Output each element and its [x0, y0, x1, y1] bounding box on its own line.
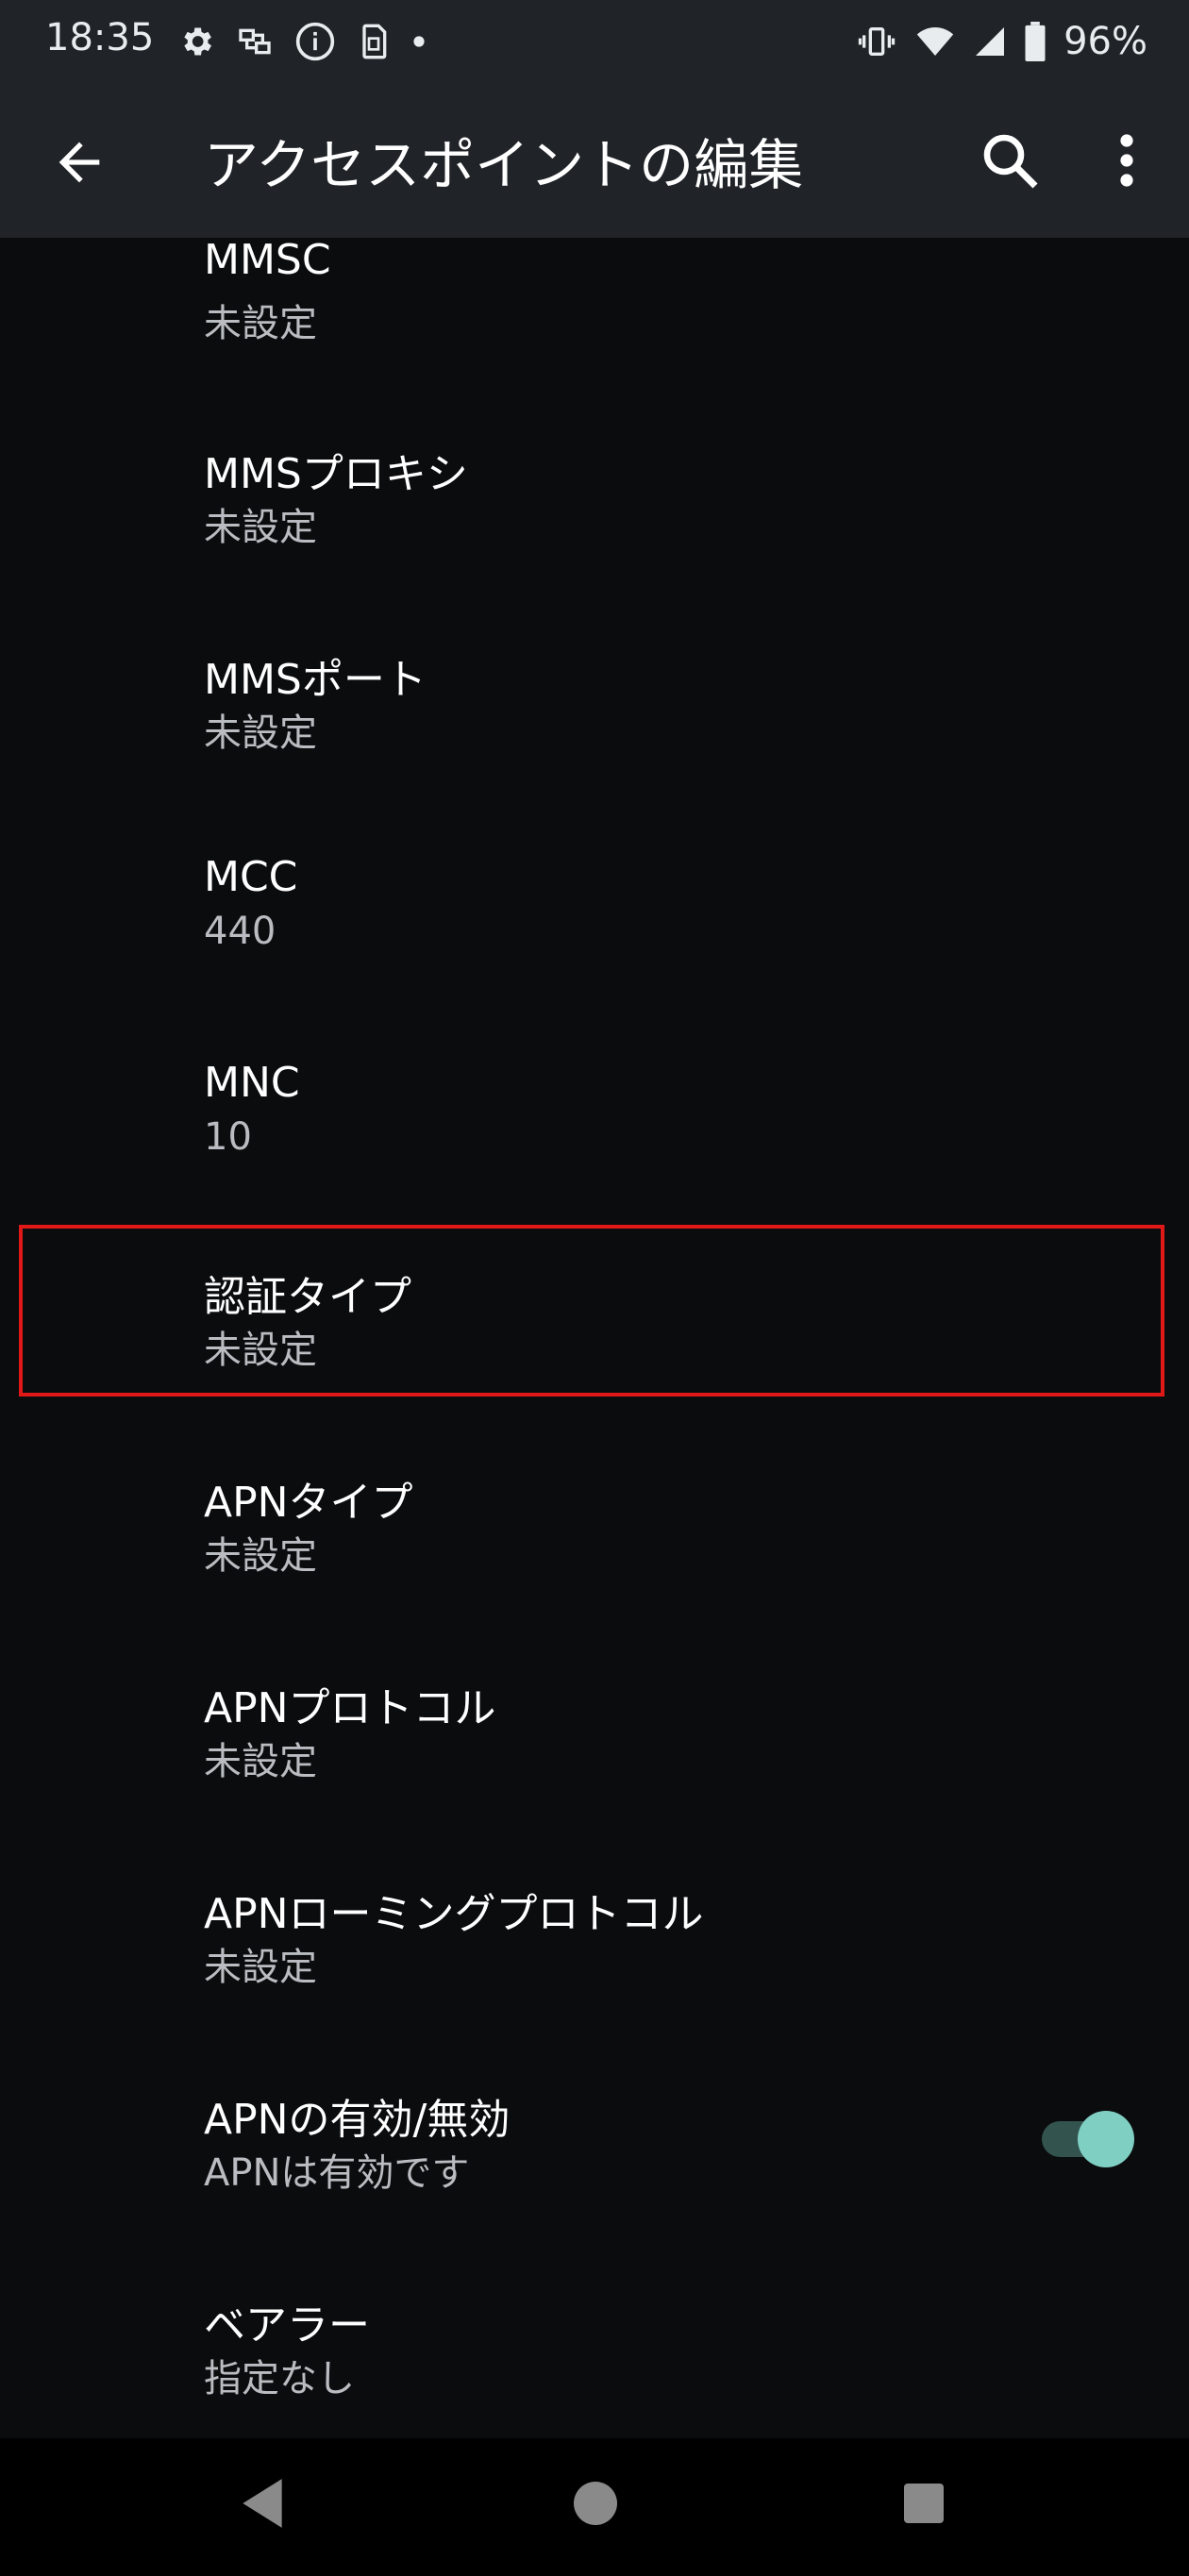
vibrate-icon — [858, 27, 896, 56]
more-vert-icon[interactable] — [1102, 126, 1151, 194]
item-title: APNプロトコル — [204, 1684, 496, 1732]
nav-back-icon[interactable] — [236, 2474, 289, 2533]
list-item-mmsc[interactable]: MMSC 未設定 — [0, 236, 1189, 434]
dot-icon — [413, 36, 425, 47]
status-icons-right: 96% — [856, 17, 1147, 66]
list-item-apn-enable[interactable]: APNの有効/無効 APNは有効です — [0, 2085, 1189, 2283]
item-title: APNタイプ — [204, 1479, 413, 1527]
sim-icon — [362, 24, 387, 59]
item-summary: 未設定 — [204, 711, 317, 755]
signal-icon — [976, 27, 1005, 56]
item-title: MNC — [204, 1059, 300, 1107]
page-title: アクセスポイントの編集 — [204, 133, 804, 197]
item-title: MMSポート — [204, 656, 427, 704]
search-icon[interactable] — [976, 126, 1044, 194]
item-title: MMSプロキシ — [204, 450, 468, 498]
item-title: APNの有効/無効 — [204, 2096, 511, 2144]
item-title: APNローミングプロトコル — [204, 1890, 704, 1938]
list-item-auth-type[interactable]: 認証タイプ 未設定 — [0, 1263, 1189, 1461]
item-title: ベアラー — [204, 2301, 370, 2350]
list-item-mms-port[interactable]: MMSポート 未設定 — [0, 645, 1189, 844]
item-summary: 未設定 — [204, 302, 317, 345]
nav-recents-icon[interactable] — [904, 2484, 944, 2523]
item-title: MCC — [204, 853, 298, 901]
list-item-mnc[interactable]: MNC 10 — [0, 1059, 1189, 1257]
info-icon — [295, 22, 335, 61]
wifi-icon — [916, 27, 954, 56]
status-icons-left — [177, 17, 427, 66]
item-title: 認証タイプ — [204, 1273, 411, 1321]
item-summary: 未設定 — [204, 1534, 317, 1578]
hub-icon — [239, 28, 271, 55]
status-bar: 18:35 96% — [0, 0, 1189, 85]
arrow-back-icon[interactable] — [49, 132, 109, 192]
navigation-bar — [0, 2438, 1189, 2576]
app-bar: アクセスポイントの編集 — [0, 85, 1189, 238]
item-summary: APNは有効です — [204, 2151, 470, 2195]
item-title: MMSC — [204, 236, 331, 284]
gear-icon — [184, 27, 211, 56]
list-item-apn-roaming-protocol[interactable]: APNローミングプロトコル 未設定 — [0, 1880, 1189, 2078]
battery-percent: 96% — [1063, 20, 1147, 63]
apn-enable-toggle[interactable] — [1042, 2108, 1136, 2168]
item-summary: 440 — [204, 910, 276, 953]
item-summary: 未設定 — [204, 1329, 317, 1372]
item-summary: 未設定 — [204, 1740, 317, 1783]
list-item-apn-type[interactable]: APNタイプ 未設定 — [0, 1468, 1189, 1666]
toggle-thumb — [1078, 2111, 1134, 2167]
list-item-apn-protocol[interactable]: APNプロトコル 未設定 — [0, 1674, 1189, 1872]
battery-icon — [1025, 22, 1046, 61]
item-summary: 未設定 — [204, 506, 317, 549]
list-item-mms-proxy[interactable]: MMSプロキシ 未設定 — [0, 440, 1189, 638]
item-summary: 指定なし — [204, 2357, 355, 2400]
item-summary: 未設定 — [204, 1946, 317, 1989]
list-item-mcc[interactable]: MCC 440 — [0, 853, 1189, 1051]
status-time: 18:35 — [45, 16, 155, 59]
item-summary: 10 — [204, 1115, 252, 1159]
nav-home-icon[interactable] — [574, 2482, 617, 2525]
